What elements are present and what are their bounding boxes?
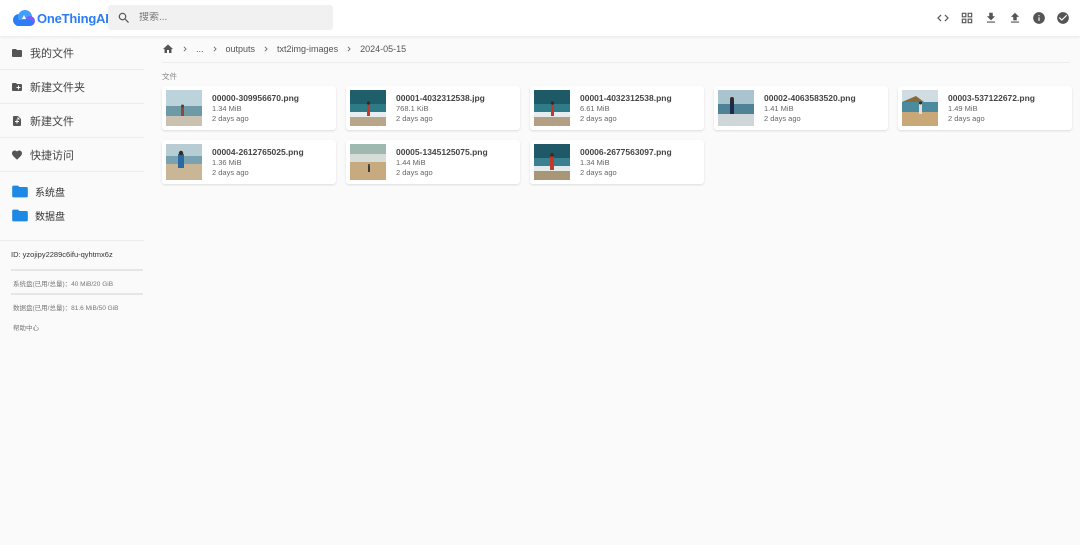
sidebar-item-data-disk[interactable]: 数据盘 [0,203,144,227]
file-size: 1.49 MiB [948,104,978,113]
top-bar: OneThingAI [0,0,1080,36]
folder-icon [12,209,28,221]
sidebar: 我的文件 新建文件夹 新建文件 快捷访问 系统盘 数据盘 ID: yzojipy… [0,36,150,545]
chevron-right-icon [347,46,351,52]
breadcrumb-current-folder[interactable]: 2024-05-15 [360,44,406,54]
sidebar-item-my-files[interactable]: 我的文件 [0,36,144,70]
file-size: 1.34 MiB [212,104,242,113]
new-file-icon [13,115,21,126]
file-card[interactable]: 00000-309956670.png 1.34 MiB 2 days ago [162,86,336,130]
sidebar-item-label: 新建文件夹 [30,81,85,94]
disk-list: 系统盘 数据盘 [0,172,144,241]
brand-logo[interactable]: OneThingAI [11,9,109,27]
file-modified: 2 days ago [580,114,617,123]
file-card[interactable]: 00004-2612765025.png 1.36 MiB 2 days ago [162,140,336,184]
folder-icon [12,185,28,197]
info-icon [1033,12,1045,24]
image-thumbnail [350,90,386,126]
file-modified: 2 days ago [396,168,433,177]
file-name: 00001-4032312538.png [580,93,672,103]
image-thumbnail [166,90,202,126]
file-card[interactable]: 00003-537122672.png 1.49 MiB 2 days ago [898,86,1072,130]
sidebar-item-quick-access[interactable]: 快捷访问 [0,138,144,172]
sidebar-item-label: 新建文件 [30,115,74,128]
file-name: 00000-309956670.png [212,93,299,103]
file-modified: 2 days ago [212,114,249,123]
file-modified: 2 days ago [580,168,617,177]
brand-name: OneThingAI [37,10,109,26]
file-card[interactable]: 00002-4063583520.png 1.41 MiB 2 days ago [714,86,888,130]
file-name: 00004-2612765025.png [212,147,304,157]
data-disk-usage: 数据盘(已用/总量)：81.6 MiB/50 GiB [13,305,119,312]
info-button[interactable] [1030,8,1048,28]
file-modified: 2 days ago [948,114,985,123]
image-thumbnail [902,90,938,126]
check-circle-icon [1057,12,1069,24]
file-modified: 2 days ago [764,114,801,123]
code-button[interactable] [934,8,952,28]
image-thumbnail [350,144,386,180]
file-size: 1.41 MiB [764,104,794,113]
grid-view-button[interactable] [958,8,976,28]
download-icon [986,12,996,23]
sidebar-item-label: 系统盘 [35,187,65,199]
chevron-right-icon [183,46,187,52]
image-thumbnail [534,90,570,126]
grid-view-icon [961,12,973,24]
search-icon [118,12,129,23]
breadcrumb: ... outputs txt2img-images 2024-05-15 [162,42,406,56]
search-input[interactable] [139,12,319,23]
breadcrumb-txt2img-images[interactable]: txt2img-images [277,44,338,54]
file-modified: 2 days ago [396,114,433,123]
file-card[interactable]: 00006-2677563097.png 1.34 MiB 2 days ago [530,140,704,184]
code-icon [937,14,949,22]
upload-icon [1010,12,1020,23]
select-button[interactable] [1054,8,1072,28]
instance-id: ID: yzojipy2289c6ifu-qyhtmx6z [11,250,113,259]
file-card[interactable]: 00005-1345125075.png 1.44 MiB 2 days ago [346,140,520,184]
sidebar-item-system-disk[interactable]: 系统盘 [0,179,144,203]
heart-icon [12,150,22,160]
image-thumbnail [166,144,202,180]
system-disk-usage: 系统盘(已用/总量)：40 MiB/20 GiB [13,281,114,288]
breadcrumb-ellipsis[interactable]: ... [196,44,204,54]
image-thumbnail [534,144,570,180]
file-modified: 2 days ago [212,168,249,177]
sidebar-item-new-file[interactable]: 新建文件 [0,104,144,138]
file-size: 1.44 MiB [396,158,426,167]
create-folder-icon [12,82,22,91]
file-name: 00002-4063583520.png [764,93,856,103]
sidebar-item-label: 我的文件 [30,47,74,60]
search-box [108,5,333,30]
file-size: 1.36 MiB [212,158,242,167]
file-name: 00006-2677563097.png [580,147,672,157]
folder-icon [12,48,22,57]
upload-button[interactable] [1006,8,1024,28]
download-button[interactable] [982,8,1000,28]
file-name: 00001-4032312538.jpg [396,93,485,103]
image-thumbnail [718,90,754,126]
file-card[interactable]: 00001-4032312538.jpg 768.1 KiB 2 days ag… [346,86,520,130]
divider [162,62,1070,63]
section-title: 文件 [162,72,177,81]
sidebar-item-new-folder[interactable]: 新建文件夹 [0,70,144,104]
file-size: 1.34 MiB [580,158,610,167]
breadcrumb-outputs[interactable]: outputs [226,44,256,54]
file-size: 6.61 MiB [580,104,610,113]
home-icon[interactable] [162,43,174,55]
file-card[interactable]: 00001-4032312538.png 6.61 MiB 2 days ago [530,86,704,130]
chevron-right-icon [264,46,268,52]
toolbar [934,8,1072,28]
sidebar-item-label: 快捷访问 [30,149,74,162]
file-size: 768.1 KiB [396,104,429,113]
file-name: 00003-537122672.png [948,93,1035,103]
help-center-link[interactable]: 帮助中心 [0,317,150,332]
sidebar-item-label: 数据盘 [35,211,65,223]
cloud-logo-icon [11,9,35,27]
chevron-right-icon [213,46,217,52]
file-name: 00005-1345125075.png [396,147,488,157]
